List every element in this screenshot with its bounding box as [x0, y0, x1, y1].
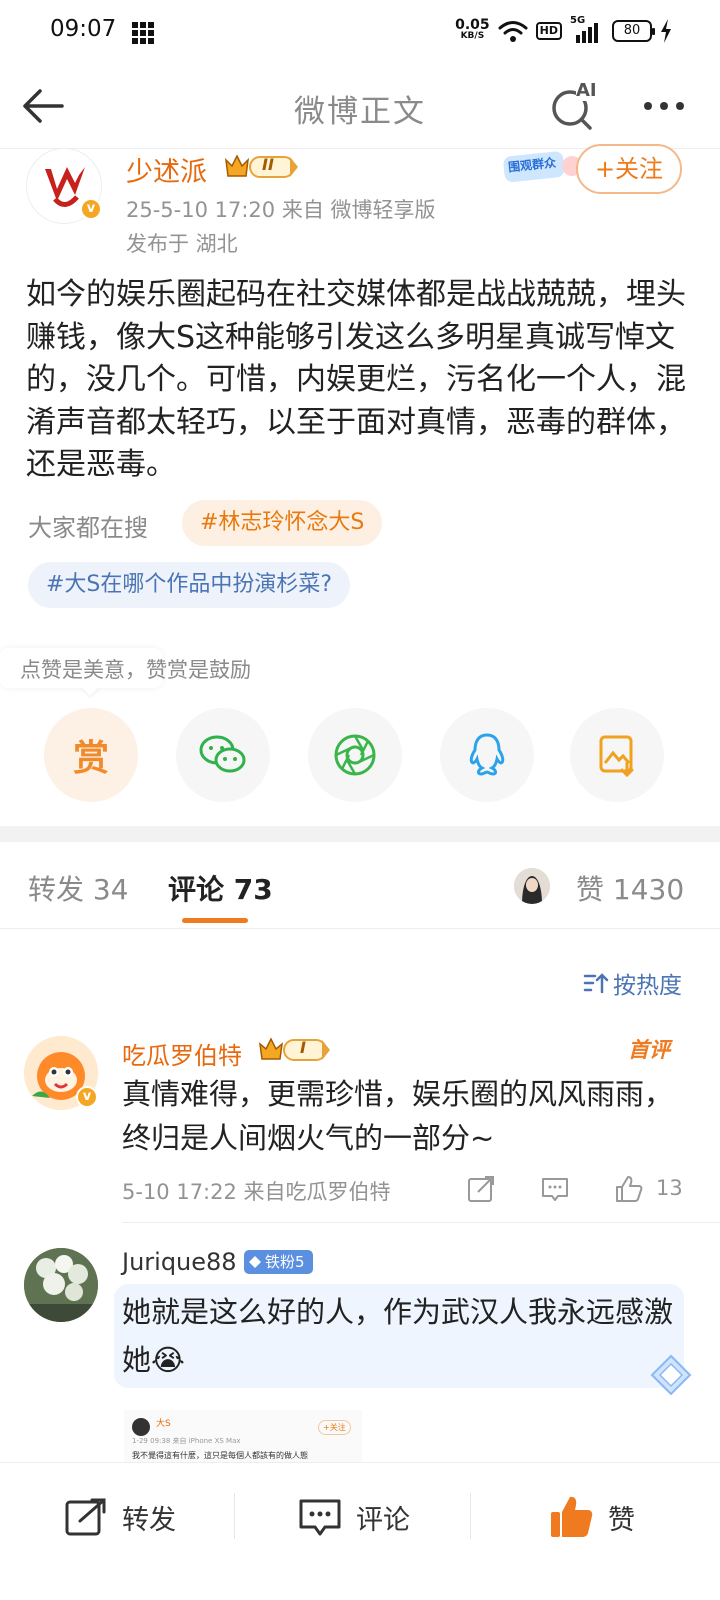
topic-tag[interactable]: #林志玲怀念大S: [182, 500, 383, 546]
bottom-action-bar: 转发 评论 赞: [0, 1462, 720, 1600]
vip-crown-badge: II: [224, 152, 300, 182]
repost-button[interactable]: 转发: [64, 1493, 176, 1541]
embed-follow: +关注: [318, 1420, 351, 1435]
wifi-icon: [498, 21, 528, 42]
tab-like[interactable]: 赞 1430: [576, 868, 684, 908]
follow-button[interactable]: +关注: [576, 144, 682, 194]
signal-icon: 5G: [570, 15, 604, 43]
like-label: 赞: [608, 1504, 635, 1536]
comment-meta: 5-10 17:22 来自吃瓜罗伯特: [122, 1180, 391, 1204]
network-speed-value: 0.05: [455, 17, 490, 33]
trending-label: 大家都在搜: [28, 514, 148, 542]
repost-icon: [65, 1498, 106, 1536]
divider: [234, 1493, 235, 1539]
comment-like-count: 13: [656, 1176, 683, 1200]
comment-text: 真情难得，更需珍惜，娱乐圈的风风雨雨，终归是人间烟火气的一部分~: [122, 1077, 674, 1155]
topic-tag[interactable]: #大S在哪个作品中扮演杉菜?: [28, 562, 351, 608]
tab-comment[interactable]: 评论 73: [168, 868, 273, 908]
charging-icon: [661, 19, 671, 43]
divider: [0, 928, 720, 929]
like-comment-icon[interactable]: [614, 1174, 644, 1204]
more-icon[interactable]: [644, 102, 684, 110]
vip-crown-badge: I: [258, 1036, 332, 1064]
thumbs-up-icon: [551, 1496, 593, 1537]
comment-icon: [299, 1499, 341, 1536]
embed-time: 1-29 09:38 来自 iPhone XS Max: [132, 1437, 241, 1445]
repost-comment-icon[interactable]: [466, 1174, 496, 1204]
sort-label: 按热度: [613, 973, 682, 999]
qq-icon: [469, 733, 505, 776]
reward-tooltip-text: 点赞是美意，赞赏是鼓励: [20, 658, 251, 682]
commenter-name[interactable]: Jurique88: [122, 1248, 237, 1276]
diamond-decoration-icon: [650, 1354, 692, 1396]
ai-label: AI: [576, 80, 597, 101]
repost-label: 转发: [122, 1504, 176, 1536]
status-bar: 09:07 0.05 KB/S HD 5G 80: [0, 0, 720, 64]
reward-button[interactable]: 赏: [44, 708, 138, 802]
author-level: II: [262, 155, 274, 174]
divider: [470, 1493, 471, 1539]
divider: [122, 1222, 720, 1223]
commenter-name[interactable]: 吃瓜罗伯特: [122, 1036, 242, 1071]
post-body: 如今的娱乐圈起码在社交媒体都是战战兢兢，埋头赚钱，像大S这种能够引发这么多明星真…: [26, 277, 686, 482]
like-button[interactable]: 赞: [548, 1493, 635, 1541]
reply-icon[interactable]: [540, 1174, 570, 1204]
reward-icon: 赏: [72, 738, 109, 779]
network-speed: 0.05 KB/S: [455, 17, 490, 42]
verified-badge-icon: v: [76, 1086, 98, 1108]
share-qq-button[interactable]: [440, 708, 534, 802]
ai-search-button[interactable]: AI: [548, 80, 604, 132]
save-image-button[interactable]: [570, 708, 664, 802]
author-name[interactable]: 少述派: [126, 150, 207, 189]
network-speed-unit: KB/S: [460, 31, 485, 41]
verified-badge-icon: v: [80, 198, 102, 220]
comment-button[interactable]: 评论: [298, 1493, 410, 1541]
share-wechat-button[interactable]: [176, 708, 270, 802]
save-image-icon: [599, 735, 634, 777]
sort-by-hot-button[interactable]: 按热度: [583, 966, 682, 1000]
comment-text: 她就是这么好的人，作为武汉人我永远感激她😭: [122, 1295, 674, 1377]
top-nav: 微博正文 AI: [0, 64, 720, 150]
post-location: 发布于 湖北: [126, 232, 238, 256]
commenter-level: I: [300, 1038, 306, 1057]
comment-label: 评论: [356, 1504, 410, 1536]
status-time: 09:07: [50, 16, 117, 42]
post-meta: 25-5-10 17:20 来自 微博轻享版: [126, 198, 436, 222]
status-indicators: 0.05 KB/S HD 5G 80: [455, 15, 672, 46]
sort-icon: [583, 973, 609, 994]
embed-avatar: [132, 1418, 150, 1436]
app-grid-icon: [132, 22, 154, 44]
tooltip-arrow: [80, 686, 100, 696]
page-title: 微博正文: [294, 94, 426, 130]
moments-icon: [334, 734, 376, 776]
embedded-image[interactable]: 大S 1-29 09:38 来自 iPhone XS Max 我不覺得這有什麼，…: [124, 1410, 362, 1462]
fan-level-badge: 铁粉5: [244, 1250, 313, 1274]
fan-level-text: 铁粉5: [265, 1253, 305, 1271]
tab-repost[interactable]: 转发 34: [28, 868, 129, 908]
active-tab-indicator: [182, 918, 248, 923]
diamond-icon: [249, 1256, 261, 1268]
commenter-avatar[interactable]: [24, 1248, 98, 1322]
first-comment-badge: 首评: [628, 1038, 670, 1062]
embed-text: 我不覺得這有什麼，這只是每個人都該有的做人態: [132, 1451, 308, 1460]
liker-avatar: [514, 868, 550, 904]
embed-author: 大S: [156, 1419, 171, 1429]
share-moments-button[interactable]: [308, 708, 402, 802]
battery-icon: 80: [612, 20, 655, 42]
wechat-icon: [199, 735, 246, 773]
section-separator: [0, 826, 720, 842]
battery-level: 80: [623, 23, 641, 38]
hd-badge: HD: [535, 22, 562, 40]
